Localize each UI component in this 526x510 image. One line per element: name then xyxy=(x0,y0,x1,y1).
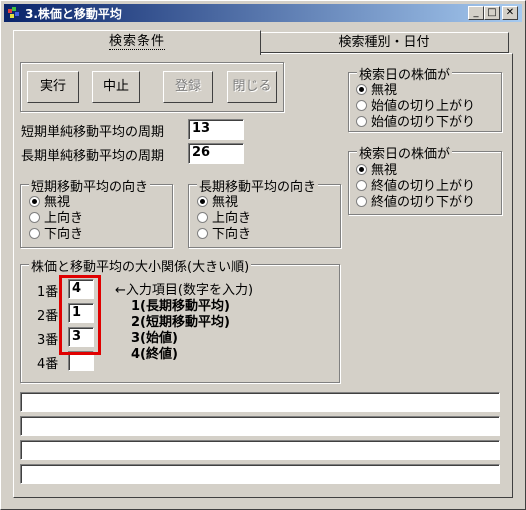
status-bar-2 xyxy=(20,416,500,436)
tab-search-conditions-label: 検索条件 xyxy=(108,34,165,50)
ranking-item-4: 4(終値) xyxy=(131,347,178,362)
open-price-down-radio[interactable]: 始値の切り下がり xyxy=(356,111,475,130)
radio-selected-icon xyxy=(356,84,367,95)
stop-button[interactable]: 中止 xyxy=(92,71,140,103)
minimize-icon: _ xyxy=(473,7,479,18)
maximize-icon: □ xyxy=(487,7,497,18)
tab-search-type-date[interactable]: 検索種別・日付 xyxy=(259,32,509,53)
run-button-label: 実行 xyxy=(39,79,66,94)
rank-4-label: 4番 xyxy=(37,357,59,372)
tab-search-type-date-label: 検索種別・日付 xyxy=(338,35,430,50)
minimize-button[interactable]: _ xyxy=(468,6,484,20)
radio-icon xyxy=(29,228,40,239)
radio-icon xyxy=(197,228,208,239)
close-form-button[interactable]: 閉じる xyxy=(227,71,277,103)
close-price-down-radio[interactable]: 終値の切り下がり xyxy=(356,191,475,210)
status-bar-4 xyxy=(20,464,500,484)
short-period-label: 短期単純移動平均の周期 xyxy=(21,125,165,140)
maximize-button[interactable]: □ xyxy=(484,6,500,20)
radio-selected-icon xyxy=(29,196,40,207)
status-bar-3 xyxy=(20,440,500,460)
short-direction-down-label: 下向き xyxy=(44,227,84,242)
title-bar[interactable]: 3.株価と移動平均 _ □ ✕ xyxy=(4,4,522,22)
short-period-input[interactable]: 13 xyxy=(188,119,244,140)
radio-icon xyxy=(356,116,367,127)
radio-selected-icon xyxy=(197,196,208,207)
radio-icon xyxy=(356,100,367,111)
radio-icon xyxy=(356,196,367,207)
register-button[interactable]: 登録 xyxy=(163,71,213,103)
radio-icon xyxy=(29,212,40,223)
close-icon: ✕ xyxy=(505,7,515,18)
long-period-label: 長期単純移動平均の周期 xyxy=(21,149,165,164)
status-bar-1 xyxy=(20,392,500,412)
long-direction-down-label: 下向き xyxy=(212,227,252,242)
close-price-down-label: 終値の切り下がり xyxy=(371,195,476,210)
rank-1-label: 1番 xyxy=(37,285,59,300)
ranking-title: 株価と移動平均の大小関係(大きい順) xyxy=(29,256,252,275)
radio-selected-icon xyxy=(356,164,367,175)
tab-search-conditions[interactable]: 検索条件 xyxy=(13,30,261,55)
register-button-label: 登録 xyxy=(174,79,201,94)
app-icon xyxy=(8,7,19,18)
radio-icon xyxy=(197,212,208,223)
rank-2-label: 2番 xyxy=(37,309,59,324)
open-price-down-label: 始値の切り下がり xyxy=(371,115,476,130)
close-button[interactable]: ✕ xyxy=(502,6,518,20)
radio-icon xyxy=(356,180,367,191)
window-title: 3.株価と移動平均 xyxy=(25,7,122,21)
long-direction-down-radio[interactable]: 下向き xyxy=(197,223,251,242)
short-direction-down-radio[interactable]: 下向き xyxy=(29,223,83,242)
run-button[interactable]: 実行 xyxy=(27,71,79,103)
stop-button-label: 中止 xyxy=(102,79,129,94)
rank-3-label: 3番 xyxy=(37,333,59,348)
close-form-button-label: 閉じる xyxy=(232,79,272,94)
highlight-box xyxy=(59,275,101,355)
long-period-input[interactable]: 26 xyxy=(188,143,244,164)
